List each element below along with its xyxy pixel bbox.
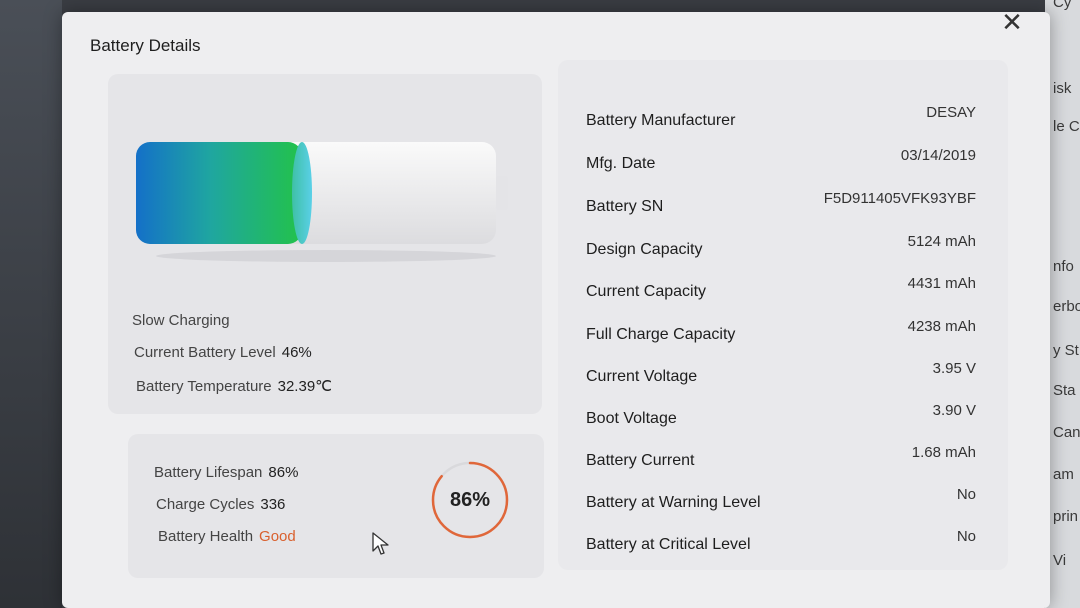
charging-status: Slow Charging — [132, 312, 230, 329]
battery-fill — [136, 142, 302, 244]
detail-row-design-capacity: Design Capacity 5124 mAh — [586, 233, 976, 265]
bg-fragment: nfo — [1053, 258, 1074, 275]
detail-label: Battery at Warning Level — [586, 494, 761, 511]
detail-value: 3.95 V — [932, 360, 976, 377]
detail-row-battery-current: Battery Current 1.68 mAh — [586, 444, 976, 476]
detail-row-current-capacity: Current Capacity 4431 mAh — [586, 275, 976, 307]
bg-fragment: prin — [1053, 508, 1079, 525]
detail-value: 1.68 mAh — [911, 444, 976, 461]
detail-label: Boot Voltage — [586, 410, 677, 427]
mouse-cursor-icon — [372, 532, 389, 555]
close-button[interactable]: ✕ — [996, 6, 1028, 38]
detail-label: Current Capacity — [586, 283, 707, 300]
dialog-title: Battery Details — [90, 36, 201, 55]
battery-lifespan: Battery Lifespan 86% — [154, 464, 298, 481]
charge-cycles: Charge Cycles 336 — [156, 496, 285, 513]
detail-label: Design Capacity — [586, 241, 703, 258]
battery-health: Battery Health Good — [158, 528, 296, 545]
battery-temperature: Battery Temperature 32.39℃ — [136, 377, 332, 395]
background-right-window: Cy isk le C nfo erbo y St Sta Can am pri… — [1045, 0, 1080, 608]
current-battery-level-label: Current Battery Level — [134, 344, 276, 361]
detail-value: No — [956, 486, 976, 503]
battery-status-card: Slow Charging Current Battery Level 46% B… — [108, 74, 542, 414]
bg-fragment: erbo — [1053, 298, 1080, 315]
detail-value: 4431 mAh — [907, 275, 976, 292]
bg-fragment: am — [1053, 466, 1074, 483]
detail-row-boot-voltage: Boot Voltage 3.90 V — [586, 402, 976, 434]
detail-value: 5124 mAh — [907, 233, 976, 250]
detail-label: Mfg. Date — [586, 155, 656, 172]
battery-shadow — [156, 250, 496, 262]
detail-row-current-voltage: Current Voltage 3.95 V — [586, 360, 976, 392]
charge-cycles-label: Charge Cycles — [156, 496, 255, 513]
battery-level-graphic — [136, 142, 508, 262]
bg-fragment: Sta — [1053, 382, 1076, 399]
detail-row-critical-level: Battery at Critical Level No — [586, 528, 976, 560]
bg-fragment: isk — [1053, 80, 1072, 97]
bg-fragment: Can — [1053, 424, 1080, 441]
battery-terminal — [496, 176, 508, 210]
bg-fragment: Vi — [1053, 552, 1067, 569]
detail-row-full-charge-capacity: Full Charge Capacity 4238 mAh — [586, 318, 976, 350]
detail-label: Current Voltage — [586, 368, 698, 385]
detail-value: 03/14/2019 — [900, 147, 976, 164]
charge-cycles-value: 336 — [260, 496, 286, 513]
battery-lifespan-label: Battery Lifespan — [154, 464, 263, 481]
close-icon: ✕ — [1001, 7, 1023, 37]
detail-value: No — [956, 528, 976, 545]
detail-row-warning-level: Battery at Warning Level No — [586, 486, 976, 518]
detail-value: DESAY — [926, 104, 976, 121]
battery-health-label: Battery Health — [158, 528, 254, 545]
detail-row-manufacturer: Battery Manufacturer DESAY — [586, 104, 976, 136]
detail-label: Battery Manufacturer — [586, 112, 736, 129]
battery-health-value: Good — [259, 528, 296, 545]
bg-fragment: Cy — [1053, 0, 1072, 11]
bg-fragment: y St — [1053, 342, 1079, 359]
detail-value: F5D911405VFK93YBF — [823, 190, 976, 207]
lifespan-ring-value: 86% — [449, 489, 491, 511]
battery-lifespan-value: 86% — [268, 464, 299, 481]
current-battery-level-value: 46% — [281, 344, 312, 361]
battery-temperature-value: 32.39℃ — [277, 378, 333, 395]
detail-label: Full Charge Capacity — [586, 326, 736, 343]
detail-label: Battery SN — [586, 198, 664, 215]
background-left — [0, 0, 62, 608]
detail-row-mfg-date: Mfg. Date 03/14/2019 — [586, 147, 976, 179]
detail-row-serial-number: Battery SN F5D911405VFK93YBF — [586, 190, 976, 222]
battery-details-dialog: Battery Details ✕ Slow Charging Current … — [62, 7, 1050, 608]
detail-label: Battery at Critical Level — [586, 536, 751, 553]
battery-temperature-label: Battery Temperature — [136, 378, 272, 395]
bg-fragment: le C — [1053, 118, 1080, 135]
current-battery-level: Current Battery Level 46% — [134, 344, 312, 361]
detail-label: Battery Current — [586, 452, 695, 469]
detail-value: 3.90 V — [932, 402, 976, 419]
battery-details-card: Battery Manufacturer DESAY Mfg. Date 03/… — [558, 60, 1008, 570]
detail-value: 4238 mAh — [907, 318, 976, 335]
battery-fill-edge — [292, 142, 312, 244]
